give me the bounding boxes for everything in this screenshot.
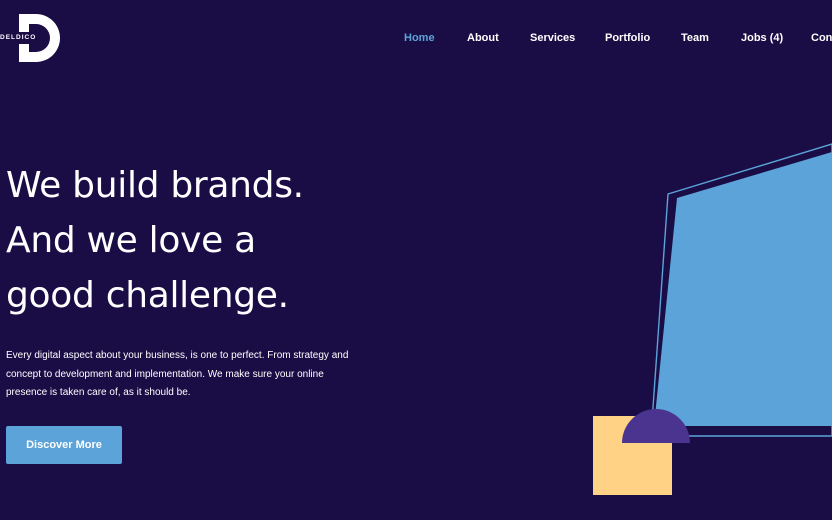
nav-item-jobs[interactable]: Jobs (4) [741,31,811,45]
nav-item-team[interactable]: Team [681,31,741,45]
nav-item-portfolio[interactable]: Portfolio [605,31,681,45]
brand-logo[interactable]: DELDICO [0,14,64,62]
hero-title-line: good challenge. [6,275,289,316]
nav-item-contact[interactable]: Con [811,31,832,45]
logo-text: DELDICO [0,34,39,42]
hero-title: We build brands. And we love a good chal… [6,158,304,323]
hero-title-line: We build brands. [6,165,304,206]
hero-illustration [593,143,832,495]
page: DELDICO Home About Services Portfolio Te… [0,0,832,520]
hero-title-line: And we love a [6,220,256,261]
monitor-screen-shape [654,152,832,426]
discover-more-button[interactable]: Discover More [6,426,122,464]
hero-description: Every digital aspect about your business… [6,350,349,398]
nav-item-services[interactable]: Services [530,31,605,45]
nav-item-about[interactable]: About [467,31,530,45]
nav-item-home[interactable]: Home [404,31,467,45]
main-nav: Home About Services Portfolio Team Jobs … [404,31,832,45]
